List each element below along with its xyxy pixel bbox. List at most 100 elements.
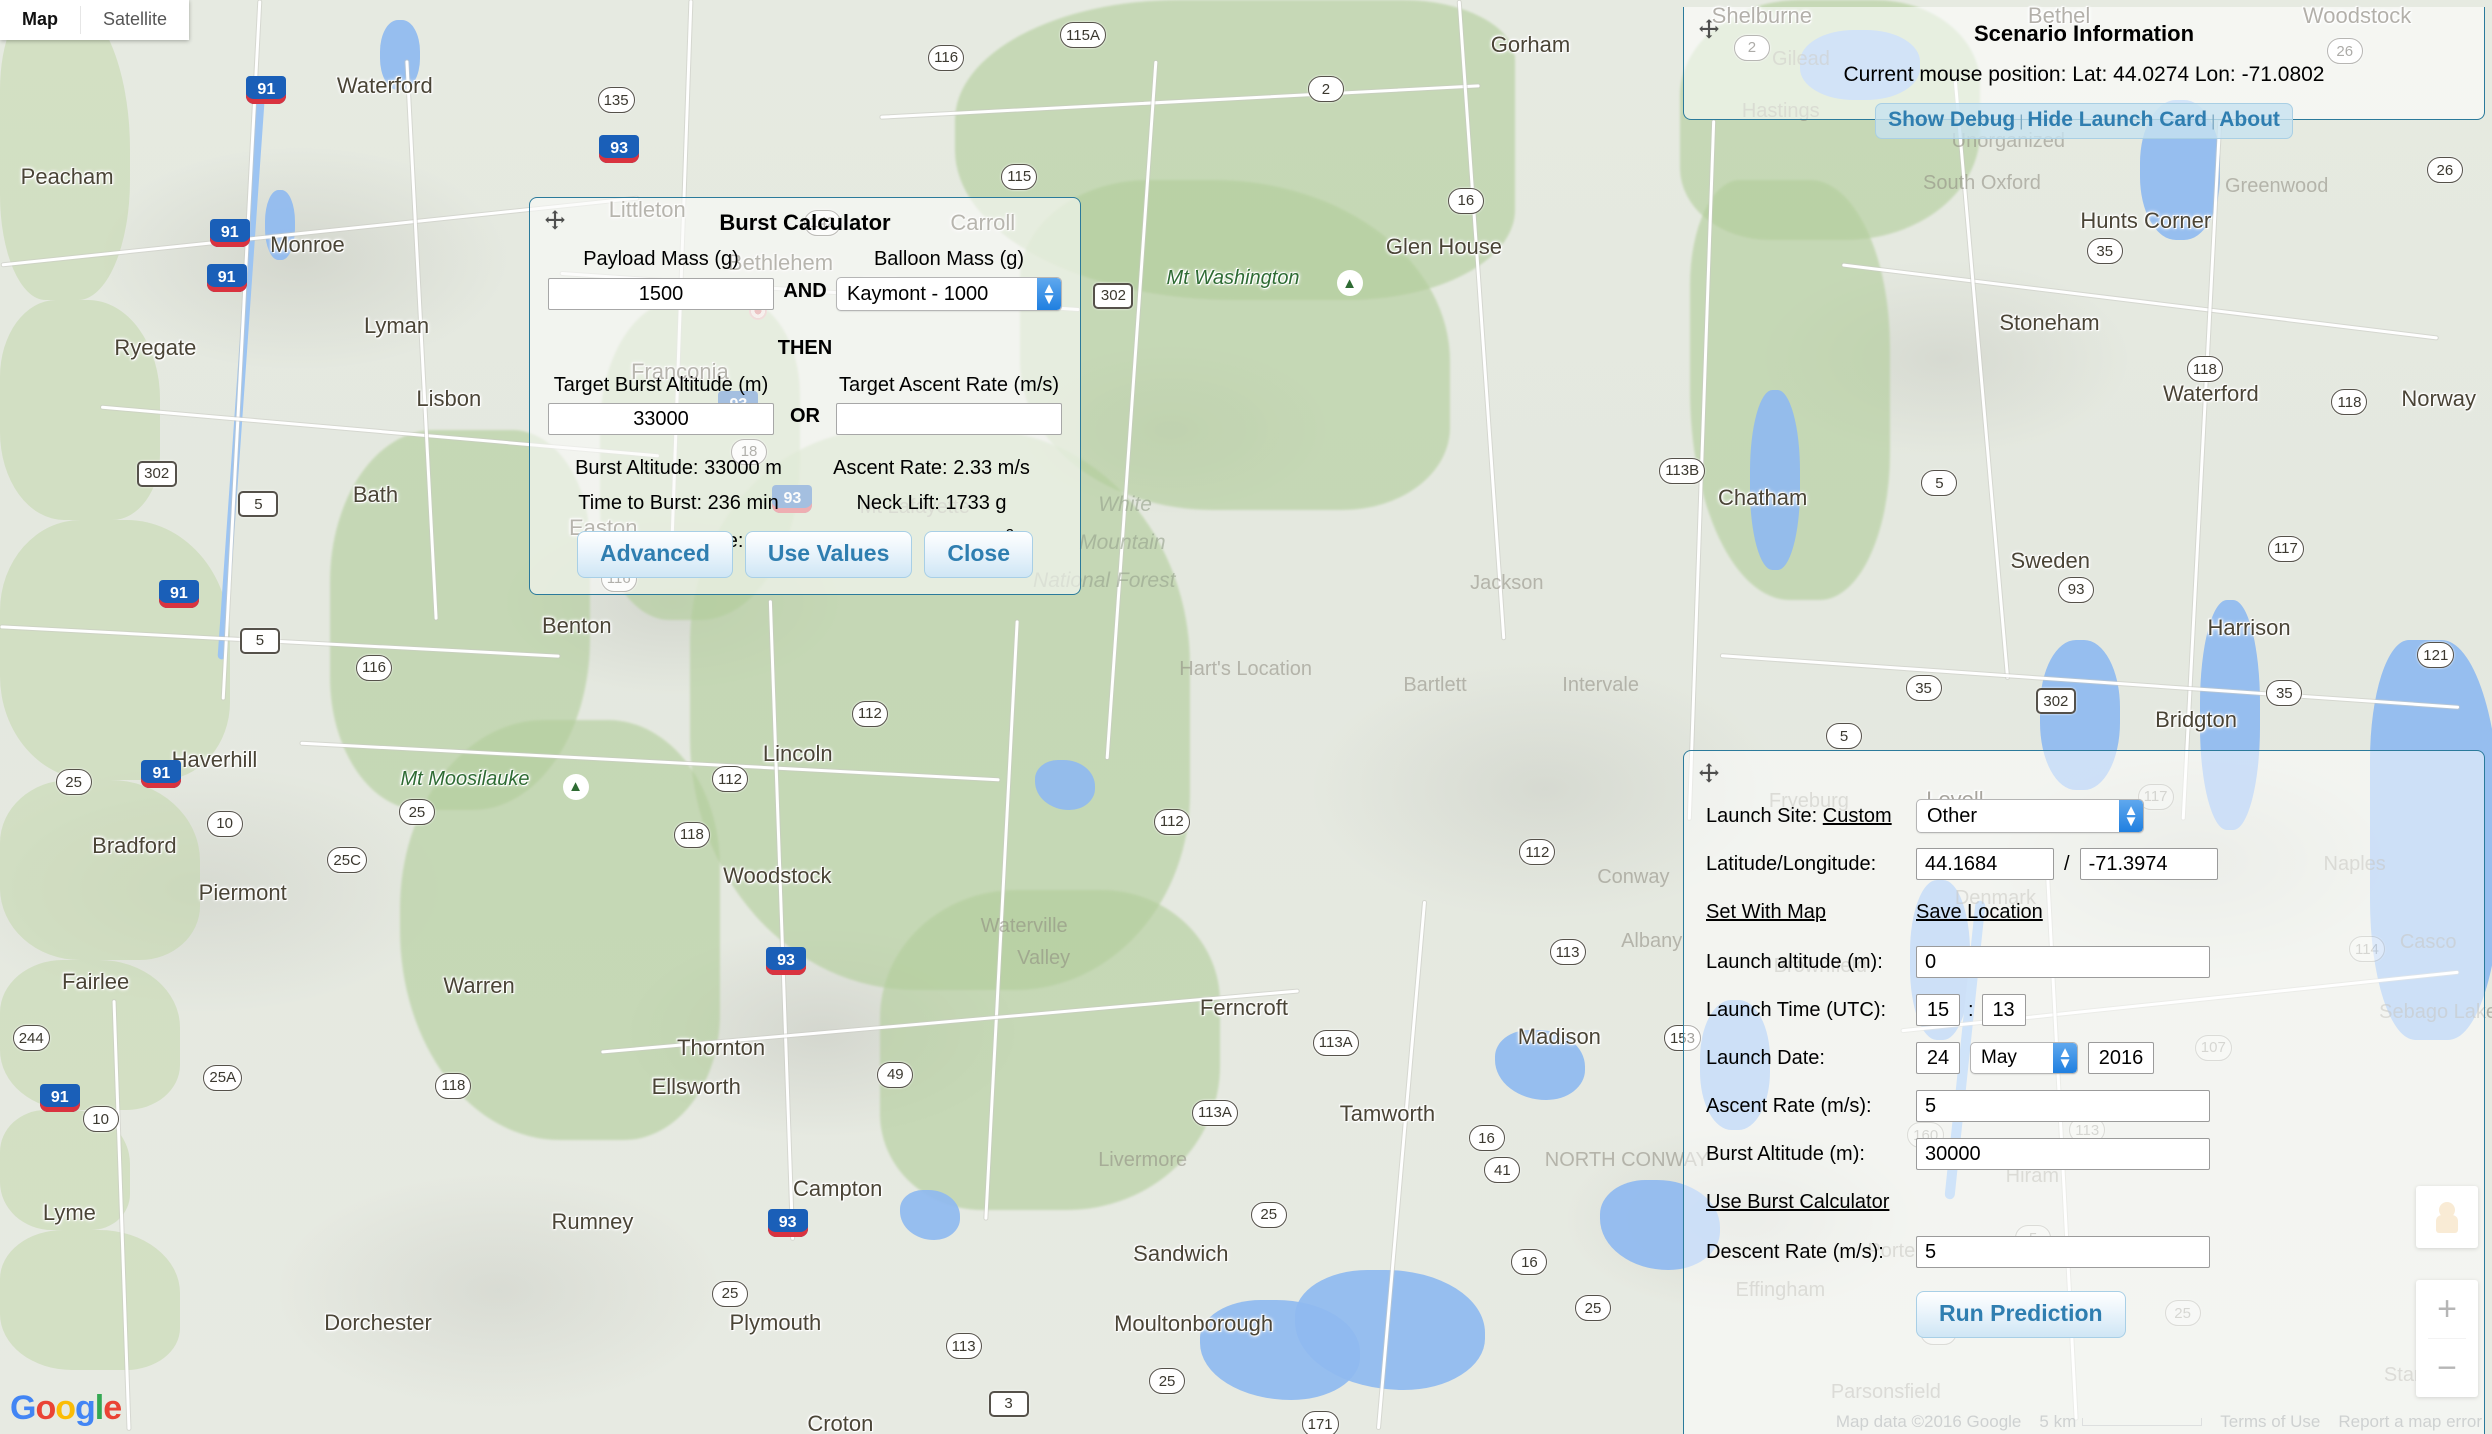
ascent-rate-result: Ascent Rate: 2.33 m/s [805,457,1058,480]
predictor-app: Peacham Waterford Monroe Lyman Ryegate Lisbon… [0,0,2492,1434]
burst-altitude-result-value: 33000 m [704,457,782,479]
save-location-cell: Save Location [1916,901,2462,924]
use-burst-calculator-link[interactable]: Use Burst Calculator [1706,1191,1889,1213]
launch-month-selected-value: May [1981,1047,2017,1068]
launch-day-input[interactable] [1916,1042,1960,1074]
neck-lift-result-value: 1733 g [945,492,1007,514]
move-icon[interactable] [542,208,568,234]
map-type-control[interactable]: Map Satellite [0,0,190,40]
scenario-information-card[interactable]: Scenario Information Current mouse posit… [1683,7,2485,139]
payload-mass-input[interactable] [548,278,774,310]
payload-mass-label: Payload Mass (g) [583,248,739,270]
balloon-mass-select[interactable]: Kaymont - 1000 ▲ ▼ [836,277,1062,311]
latitude-input[interactable] [1916,848,2054,880]
link-separator-1: | [2019,113,2024,130]
show-debug-link[interactable]: Show Debug [1888,108,2015,131]
and-label: AND [783,279,827,302]
about-link[interactable]: About [2219,108,2280,131]
burst-altitude-result-row: Burst Altitude: 33000 m Ascent Rate: 2.3… [552,457,1058,480]
ascent-rate-result-value: 2.33 m/s [953,457,1030,479]
launch-site-label-group: Launch Site: Custom [1706,805,1916,828]
set-with-map-link[interactable]: Set With Map [1706,901,1826,923]
launch-year-input[interactable] [2088,1042,2154,1074]
target-labels-row: Target Burst Altitude (m) Target Ascent … [530,360,1080,397]
launch-site-label: Launch Site: [1706,804,1818,827]
launch-card[interactable]: Launch Site: Custom Other ▲ ▼ Latitude/L… [1683,750,2485,1434]
stepper-icon[interactable]: ▲ ▼ [2053,1043,2077,1073]
stepper-icon[interactable]: ▲ ▼ [2119,800,2143,832]
burst-altitude-cell [1916,1138,2462,1170]
launch-month-select[interactable]: May ▲ ▼ [1970,1042,2078,1074]
neck-lift-result-label: Neck Lift: [856,492,940,514]
balloon-mass-label: Balloon Mass (g) [873,248,1025,270]
hide-launch-card-link[interactable]: Hide Launch Card [2027,108,2207,131]
map-type-map[interactable]: Map [0,0,80,40]
descent-rate-row: Descent Rate (m/s): [1706,1235,2462,1269]
launch-site-select-cell: Other ▲ ▼ [1916,799,2462,833]
map-links-row: Set With Map Save Location [1706,895,2462,929]
ascent-rate-label: Ascent Rate (m/s): [1706,1094,1872,1117]
launch-altitude-cell [1916,946,2462,978]
use-values-button[interactable]: Use Values [744,531,913,578]
move-icon[interactable] [1696,761,1722,787]
longitude-input[interactable] [2079,848,2218,880]
lat-lon-label: Latitude/Longitude: [1706,852,1877,875]
launch-date-label: Launch Date: [1706,1046,1825,1069]
launch-date-fields: May ▲ ▼ [1916,1042,2462,1074]
time-to-burst-result-row: Time to Burst: 236 min Neck Lift: 1733 g [552,492,1058,515]
launch-altitude-label: Launch altitude (m): [1706,950,1883,973]
advanced-button[interactable]: Advanced [576,531,733,578]
link-separator-2: | [2211,113,2216,130]
time-colon: : [1968,998,1974,1021]
or-label: OR [790,404,820,427]
map-type-satellite[interactable]: Satellite [81,0,189,40]
target-ascent-rate-field-cell [836,397,1062,435]
launch-site-custom-link[interactable]: Custom [1823,805,1892,827]
descent-rate-cell [1916,1236,2462,1268]
launch-altitude-input[interactable] [1916,946,2210,978]
run-prediction-button[interactable]: Run Prediction [1916,1291,2126,1338]
launch-site-select[interactable]: Other ▲ ▼ [1916,799,2144,833]
chevron-down-icon: ▼ [2057,1055,2073,1072]
lat-lon-fields: / [1916,848,2462,880]
descent-rate-label: Descent Rate (m/s): [1706,1240,1884,1263]
use-burst-calculator-row: Use Burst Calculator [1706,1185,2462,1219]
launch-card-body: Launch Site: Custom Other ▲ ▼ Latitude/L… [1684,751,2484,1338]
lat-lon-slash: / [2064,852,2070,875]
launch-site-selected-value: Other [1927,804,1978,827]
burst-altitude-result: Burst Altitude: 33000 m [552,457,805,480]
launch-minute-input[interactable] [1981,994,2026,1026]
target-ascent-rate-label: Target Ascent Rate (m/s) [838,374,1060,396]
move-icon[interactable] [1696,17,1722,43]
burst-calculator-title: Burst Calculator [719,210,891,235]
target-burst-altitude-label: Target Burst Altitude (m) [553,374,769,396]
google-logo-letter-G: G [10,1389,36,1427]
mouse-position-readout: Current mouse position: Lat: 44.0274 Lon… [1843,63,2325,86]
descent-rate-input[interactable] [1916,1236,2210,1268]
save-location-link[interactable]: Save Location [1916,901,2043,923]
burst-calculator-card[interactable]: Burst Calculator Payload Mass (g) Balloo… [529,197,1081,595]
launch-hour-input[interactable] [1916,994,1960,1026]
then-label: THEN [777,337,833,359]
ascent-rate-input[interactable] [1916,1090,2210,1122]
burst-altitude-input[interactable] [1916,1138,2210,1170]
google-logo-letter-o1: o [35,1389,56,1427]
payload-mass-field-cell [548,272,774,310]
time-to-burst-result: Time to Burst: 236 min [552,492,805,515]
scenario-link-pill: Show Debug | Hide Launch Card | About [1875,103,2293,139]
burst-altitude-label: Burst Altitude (m): [1706,1142,1865,1165]
balloon-mass-selected-value: Kaymont - 1000 [847,282,989,305]
google-logo-letter-e: e [103,1389,122,1427]
stepper-icon[interactable]: ▲ ▼ [1037,278,1061,310]
launch-time-row: Launch Time (UTC): : [1706,993,2462,1027]
time-to-burst-result-label: Time to Burst: [578,492,702,514]
set-with-map-cell: Set With Map [1706,901,1916,924]
mass-fields-row: AND Kaymont - 1000 ▲ ▼ [530,271,1080,311]
burst-altitude-result-label: Burst Altitude: [575,457,699,479]
ascent-rate-row: Ascent Rate (m/s): [1706,1089,2462,1123]
target-ascent-rate-input[interactable] [836,403,1062,435]
close-button[interactable]: Close [924,531,1034,578]
launch-time-fields: : [1916,994,2462,1026]
target-burst-altitude-input[interactable] [548,403,774,435]
burst-altitude-row: Burst Altitude (m): [1706,1137,2462,1171]
